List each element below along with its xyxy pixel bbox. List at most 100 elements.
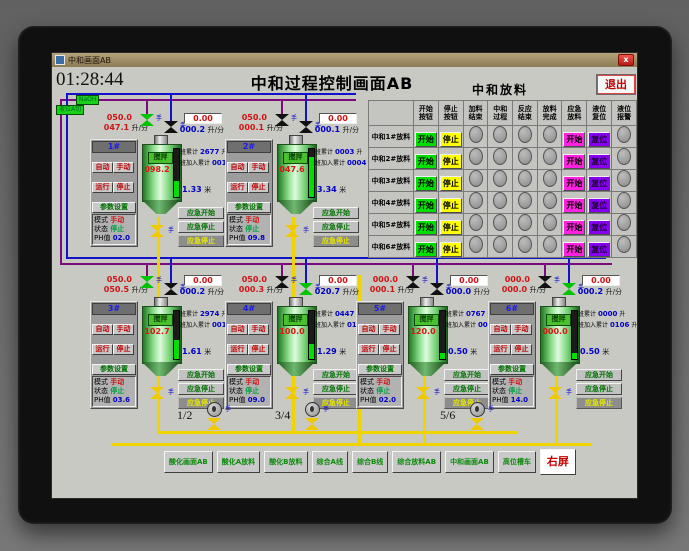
run-button[interactable]: 运行 xyxy=(227,344,248,355)
agitator-button[interactable]: 搅拌 xyxy=(546,314,571,326)
run-button[interactable]: 运行 xyxy=(490,344,511,355)
nav-button-3[interactable]: 酸化B放料 xyxy=(264,451,308,473)
nav-button-8[interactable]: 高位槽车 xyxy=(497,451,536,473)
pump-valve-icon[interactable] xyxy=(470,418,484,430)
agitator-button[interactable]: 搅拌 xyxy=(148,314,173,326)
agitator-button[interactable]: 搅拌 xyxy=(148,152,173,164)
stop-button[interactable]: 停止 xyxy=(439,197,462,213)
nav-button-4[interactable]: 综合A线 xyxy=(311,451,348,473)
level-reset-button[interactable]: 复位 xyxy=(588,131,611,147)
stop-button[interactable]: 停止 xyxy=(439,131,462,147)
agitator-button[interactable]: 搅拌 xyxy=(283,152,308,164)
exit-button[interactable]: 退出 xyxy=(596,74,636,95)
auto-button[interactable]: 自动 xyxy=(227,324,248,335)
manual-button[interactable]: 手动 xyxy=(248,324,269,335)
manual-button[interactable]: 手动 xyxy=(511,324,532,335)
auto-button[interactable]: 自动 xyxy=(227,162,248,173)
run-button[interactable]: 运行 xyxy=(92,344,113,355)
params-button[interactable]: 参数设置 xyxy=(227,202,271,213)
emergency-start-button[interactable]: 应急开始 xyxy=(313,207,359,219)
nav-button-5[interactable]: 综合B线 xyxy=(351,451,389,473)
pump-valve-icon[interactable] xyxy=(305,418,319,430)
emergency-discharge-button[interactable]: 开始 xyxy=(563,153,586,169)
feed-valve-1-icon[interactable] xyxy=(406,276,420,288)
start-button[interactable]: 开始 xyxy=(414,219,437,235)
params-button[interactable]: 参数设置 xyxy=(490,364,534,375)
stop-button[interactable]: 停止 xyxy=(113,344,134,355)
stop-button[interactable]: 停止 xyxy=(248,344,269,355)
emergency-start-button[interactable]: 应急开始 xyxy=(576,369,622,381)
feed-valve-1-icon[interactable] xyxy=(538,276,552,288)
params-button[interactable]: 参数设置 xyxy=(358,364,402,375)
emergency-start-button[interactable]: 应急开始 xyxy=(178,207,224,219)
level-reset-button[interactable]: 复位 xyxy=(588,153,611,169)
manual-button[interactable]: 手动 xyxy=(379,324,400,335)
discharge-valve-icon[interactable] xyxy=(548,387,562,399)
level-reset-button[interactable]: 复位 xyxy=(588,219,611,235)
emergency-stop-button[interactable]: 应急停止 xyxy=(178,383,224,395)
discharge-valve-icon[interactable] xyxy=(285,225,299,237)
feed-valve-1-icon[interactable] xyxy=(140,276,154,288)
start-button[interactable]: 开始 xyxy=(414,197,437,213)
close-icon[interactable]: x xyxy=(618,54,634,66)
feed-valve-2-icon[interactable] xyxy=(299,283,313,295)
feed-valve-1-icon[interactable] xyxy=(140,114,154,126)
auto-button[interactable]: 自动 xyxy=(358,324,379,335)
emergency-stop-button[interactable]: 应急停止 xyxy=(313,221,359,233)
feed-valve-2-icon[interactable] xyxy=(430,283,444,295)
feed-valve-2-icon[interactable] xyxy=(164,283,178,295)
nav-button-1[interactable]: 酸化画面AB xyxy=(164,451,213,473)
feed-valve-2-icon[interactable] xyxy=(164,121,178,133)
emergency-start-button[interactable]: 应急开始 xyxy=(178,369,224,381)
start-button[interactable]: 开始 xyxy=(414,153,437,169)
stop-button[interactable]: 停止 xyxy=(439,219,462,235)
manual-button[interactable]: 手动 xyxy=(113,324,134,335)
discharge-valve-icon[interactable] xyxy=(285,387,299,399)
stop-button[interactable]: 停止 xyxy=(248,182,269,193)
emergency-discharge-button[interactable]: 开始 xyxy=(563,197,586,213)
manual-button[interactable]: 手动 xyxy=(113,162,134,173)
emergency-start-button[interactable]: 应急开始 xyxy=(444,369,490,381)
auto-button[interactable]: 自动 xyxy=(92,162,113,173)
level-reset-button[interactable]: 复位 xyxy=(588,197,611,213)
emergency-discharge-button[interactable]: 开始 xyxy=(563,131,586,147)
stop-button[interactable]: 停止 xyxy=(439,153,462,169)
auto-button[interactable]: 自动 xyxy=(92,324,113,335)
start-button[interactable]: 开始 xyxy=(414,241,437,257)
params-button[interactable]: 参数设置 xyxy=(227,364,271,375)
stop-button[interactable]: 停止 xyxy=(113,182,134,193)
stop-button[interactable]: 停止 xyxy=(439,241,462,257)
nav-button-7[interactable]: 中和画面AB xyxy=(445,451,494,473)
emergency-stop-button[interactable]: 应急停止 xyxy=(576,383,622,395)
discharge-valve-icon[interactable] xyxy=(150,387,164,399)
start-button[interactable]: 开始 xyxy=(414,175,437,191)
agitator-button[interactable]: 搅拌 xyxy=(414,314,439,326)
emergency-discharge-button[interactable]: 开始 xyxy=(563,175,586,191)
pump-icon[interactable] xyxy=(207,402,222,417)
emergency-stop-button[interactable]: 应急停止 xyxy=(178,221,224,233)
pump-icon[interactable] xyxy=(470,402,485,417)
discharge-valve-icon[interactable] xyxy=(416,387,430,399)
run-button[interactable]: 运行 xyxy=(92,182,113,193)
run-button[interactable]: 运行 xyxy=(358,344,379,355)
nav-button-9[interactable]: 右屏 xyxy=(539,449,576,475)
pump-icon[interactable] xyxy=(305,402,320,417)
agitator-button[interactable]: 搅拌 xyxy=(283,314,308,326)
level-reset-button[interactable]: 复位 xyxy=(588,241,611,257)
auto-button[interactable]: 自动 xyxy=(490,324,511,335)
params-button[interactable]: 参数设置 xyxy=(92,202,136,213)
feed-valve-1-icon[interactable] xyxy=(275,114,289,126)
emergency-discharge-button[interactable]: 开始 xyxy=(563,241,586,257)
pump-valve-icon[interactable] xyxy=(207,418,221,430)
params-button[interactable]: 参数设置 xyxy=(92,364,136,375)
feed-valve-2-icon[interactable] xyxy=(562,283,576,295)
emergency-start-button[interactable]: 应急开始 xyxy=(313,369,359,381)
emergency-discharge-button[interactable]: 开始 xyxy=(563,219,586,235)
feed-valve-1-icon[interactable] xyxy=(275,276,289,288)
nav-button-2[interactable]: 酸化A放料 xyxy=(216,451,261,473)
start-button[interactable]: 开始 xyxy=(414,131,437,147)
feed-valve-2-icon[interactable] xyxy=(299,121,313,133)
nav-button-6[interactable]: 综合放料AB xyxy=(392,451,442,473)
level-reset-button[interactable]: 复位 xyxy=(588,175,611,191)
stop-button[interactable]: 停止 xyxy=(439,175,462,191)
